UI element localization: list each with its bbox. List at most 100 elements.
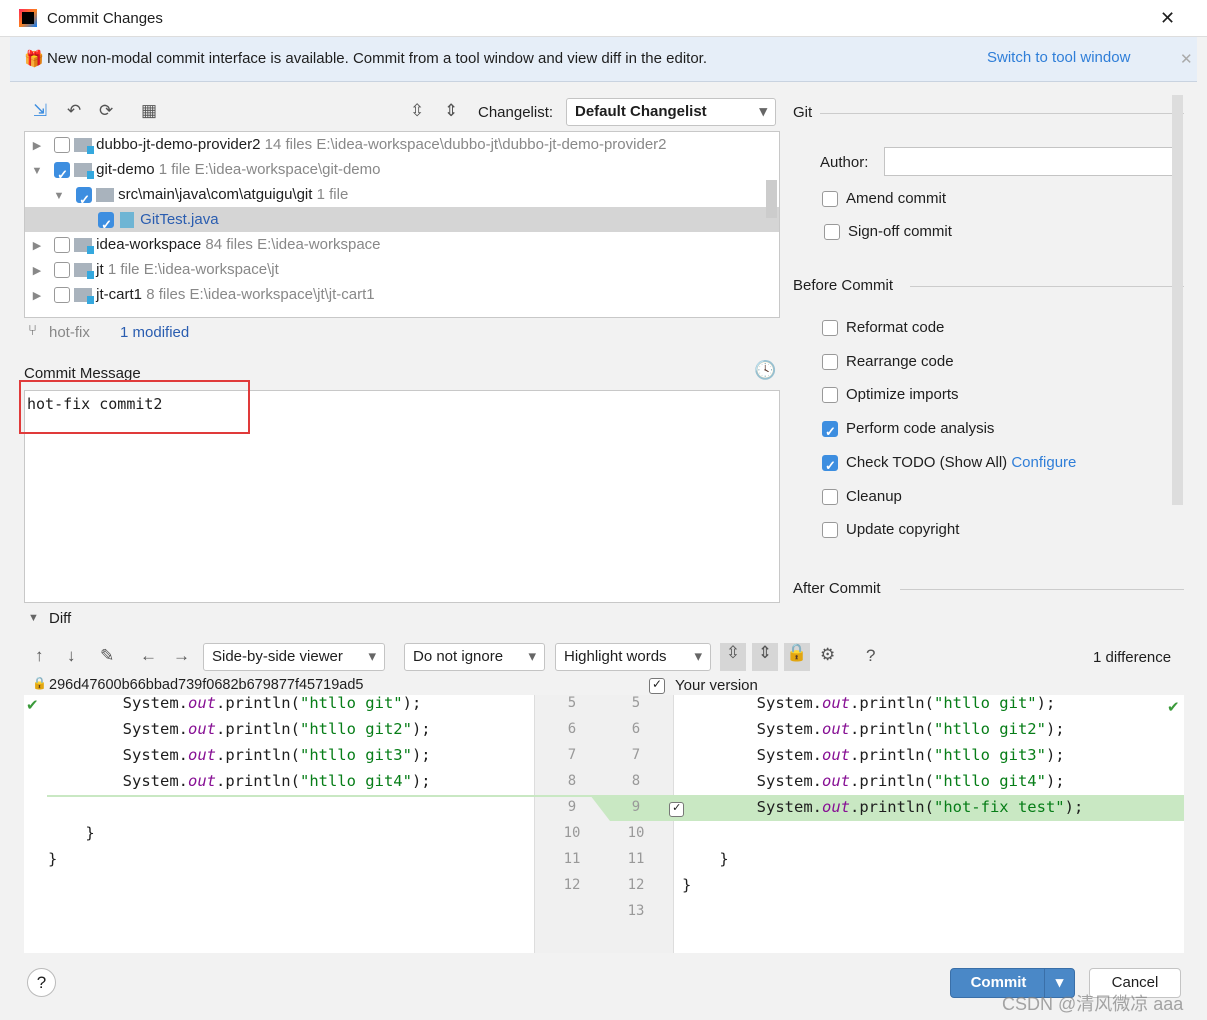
difference-count: 1 difference <box>1093 649 1172 666</box>
switch-to-tool-window-link[interactable]: Switch to tool window <box>987 49 1130 66</box>
your-version-checkbox[interactable]: ✓ <box>649 677 665 695</box>
tree-item-path: E:\idea-workspace\dubbo-jt\dubbo-jt-demo… <box>316 136 667 153</box>
checkbox[interactable] <box>822 455 838 477</box>
changelist-select[interactable]: Default Changelist <box>566 98 776 126</box>
forward-icon[interactable]: → <box>173 646 190 666</box>
help-button[interactable]: ? <box>27 968 56 997</box>
settings-gear-icon[interactable]: ⚙ <box>820 645 835 665</box>
tree-checkbox[interactable] <box>54 262 71 279</box>
collapse-unchanged-icon[interactable]: ⇳ <box>720 643 746 671</box>
tree-row[interactable]: ▼ src\main\java\com\atguigu\git 1 file <box>25 182 779 212</box>
tree-item-name: jt-cart1 <box>96 286 143 303</box>
sync-scroll-icon[interactable]: ⇕ <box>752 643 778 671</box>
configure-link[interactable]: Configure <box>1011 454 1076 471</box>
before-commit-option[interactable]: Reformat code <box>822 317 944 339</box>
collapse-all-icon[interactable]: ⇕ <box>444 101 458 121</box>
tree-checkbox[interactable] <box>54 287 71 304</box>
right-line-number: 6 <box>631 721 641 737</box>
gift-icon: 🎁 <box>24 51 44 68</box>
branch-icon: ⑂ <box>28 322 38 339</box>
diff-collapse-icon[interactable]: ▼ <box>28 612 39 624</box>
viewer-select[interactable]: Side-by-side viewer <box>203 643 385 671</box>
right-code-line: System.out.println("htllo git2"); <box>682 720 1065 738</box>
tree-row[interactable]: ▶ dubbo-jt-demo-provider2 14 files E:\id… <box>25 132 779 157</box>
right-line-number: 10 <box>627 825 645 841</box>
before-commit-option[interactable]: Check TODO (Show All) Configure <box>822 452 1076 477</box>
before-commit-option[interactable]: Update copyright <box>822 519 959 541</box>
tree-checkbox[interactable] <box>54 137 71 154</box>
left-line-number: 11 <box>563 851 581 867</box>
tree-row[interactable]: GitTest.java <box>25 207 779 237</box>
refresh-icon[interactable]: ⟳ <box>99 101 113 121</box>
before-commit-option[interactable]: Rearrange code <box>822 351 954 373</box>
checkbox[interactable] <box>822 489 838 506</box>
branch-name: hot-fix <box>49 324 90 341</box>
help-icon[interactable]: ? <box>866 646 875 666</box>
option-label: Cleanup <box>846 488 902 505</box>
right-line-number: 8 <box>631 773 641 789</box>
before-commit-option[interactable]: Perform code analysis <box>822 418 995 443</box>
tree-item-name: GitTest.java <box>140 211 219 228</box>
checkbox[interactable] <box>824 224 840 241</box>
back-icon[interactable]: ← <box>140 646 157 666</box>
diff-connector <box>590 795 616 821</box>
left-line-number: 7 <box>567 747 577 763</box>
left-line-number: 6 <box>567 721 577 737</box>
right-line-number: 7 <box>631 747 641 763</box>
ignore-select[interactable]: Do not ignore <box>404 643 545 671</box>
tree-row[interactable]: ▶ jt 1 file E:\idea-workspace\jt <box>25 257 779 282</box>
edit-icon[interactable]: ✎ <box>100 646 114 666</box>
amend-commit-checkbox[interactable]: Amend commit <box>822 188 946 210</box>
chevron-down-icon[interactable]: ▼ <box>30 159 44 184</box>
author-label: Author: <box>820 154 869 171</box>
checkbox[interactable] <box>822 191 838 208</box>
banner-close-icon[interactable]: ✕ <box>1180 50 1193 68</box>
tree-row[interactable]: ▶ idea-workspace 84 files E:\idea-worksp… <box>25 232 779 257</box>
checkbox[interactable] <box>822 421 838 443</box>
tree-checkbox[interactable] <box>76 187 93 212</box>
author-input[interactable] <box>884 147 1177 176</box>
before-commit-option[interactable]: Optimize imports <box>822 384 959 406</box>
chevron-right-icon[interactable]: ▶ <box>30 259 44 284</box>
tree-scrollbar[interactable] <box>766 180 777 218</box>
signoff-label: Sign-off commit <box>848 223 952 240</box>
lock-icon[interactable]: 🔒 <box>784 643 810 671</box>
before-commit-option[interactable]: Cleanup <box>822 486 902 508</box>
tree-checkbox[interactable] <box>54 162 71 187</box>
checkbox[interactable] <box>822 522 838 539</box>
tree-row[interactable]: ▼ git-demo 1 file E:\idea-workspace\git-… <box>25 157 779 187</box>
close-icon[interactable]: ✕ <box>1160 8 1175 29</box>
prev-diff-icon[interactable]: ↑ <box>35 646 44 666</box>
expand-all-icon[interactable]: ⇳ <box>410 101 424 121</box>
tree-checkbox[interactable] <box>54 237 71 254</box>
tree-item-count: 14 files <box>264 136 313 153</box>
chevron-right-icon[interactable]: ▶ <box>30 234 44 259</box>
next-diff-icon[interactable]: ↓ <box>67 646 76 666</box>
highlight-select[interactable]: Highlight words <box>555 643 711 671</box>
tree-item-count: 1 file <box>158 161 191 178</box>
folder-icon <box>74 238 95 255</box>
tree-checkbox[interactable] <box>98 212 115 237</box>
show-diff-icon[interactable]: ⇲ <box>33 101 47 121</box>
checkbox[interactable] <box>822 320 838 337</box>
changes-tree[interactable]: ▶ dubbo-jt-demo-provider2 14 files E:\id… <box>24 131 780 318</box>
left-line-number: 5 <box>567 695 577 711</box>
tree-item-count: 8 files <box>146 286 186 303</box>
group-by-icon[interactable]: ▦ <box>141 101 157 121</box>
chevron-down-icon[interactable]: ▼ <box>52 184 66 209</box>
checkbox[interactable] <box>822 387 838 404</box>
chevron-right-icon[interactable]: ▶ <box>30 134 44 159</box>
highlight-box <box>19 380 250 434</box>
chevron-right-icon[interactable]: ▶ <box>30 284 44 309</box>
rollback-icon[interactable]: ↶ <box>67 101 81 121</box>
tree-row[interactable]: ▶ jt-cart1 8 files E:\idea-workspace\jt\… <box>25 282 779 307</box>
info-banner: 🎁 New non-modal commit interface is avai… <box>10 37 1197 82</box>
modified-count[interactable]: 1 modified <box>120 324 189 341</box>
options-scrollbar[interactable] <box>1172 95 1183 505</box>
amend-label: Amend commit <box>846 190 947 207</box>
watermark: CSDN @清风微凉 aaa <box>1002 994 1184 1014</box>
option-label: Perform code analysis <box>846 420 995 437</box>
history-icon[interactable]: 🕓 <box>754 360 776 381</box>
checkbox[interactable] <box>822 354 838 371</box>
signoff-checkbox[interactable]: Sign-off commit <box>824 221 952 243</box>
